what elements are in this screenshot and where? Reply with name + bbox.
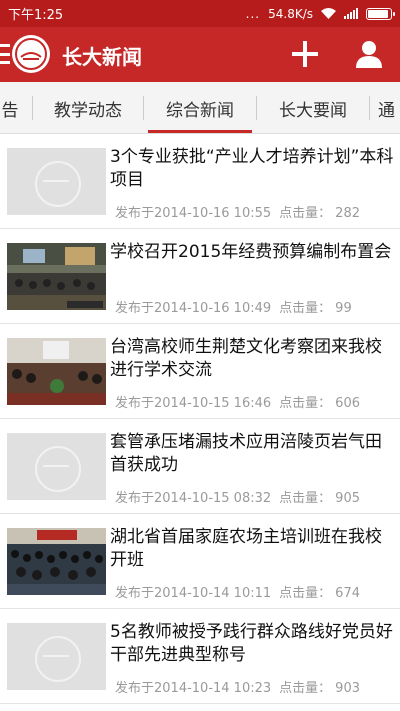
wifi-icon (321, 8, 336, 19)
news-item[interactable]: 5名教师被授予践行群众路线好党员好干部先进典型称号 发布于2014-10-14 … (0, 609, 400, 704)
news-item[interactable]: 3个专业获批“产业人才培养计划”本科项目 发布于2014-10-16 10:55… (0, 134, 400, 229)
tab-teaching-news[interactable]: 教学动态 (33, 82, 143, 133)
news-thumbnail-photo (7, 243, 106, 310)
news-thumbnail-photo (7, 528, 106, 595)
university-logo[interactable] (12, 35, 50, 73)
battery-icon (366, 7, 395, 20)
news-meta: 发布于2014-10-16 10:55 点击量： 282 (115, 202, 360, 221)
views-label: 点击量： (279, 681, 332, 696)
notification-dots: ... (245, 6, 261, 21)
news-item[interactable]: 湖北省首届家庭农场主培训班在我校开班 发布于2014-10-14 10:11 点击… (0, 514, 400, 609)
menu-icon[interactable] (0, 44, 10, 64)
news-meta: 发布于2014-10-14 10:23 点击量： 903 (115, 677, 360, 696)
status-bar: 下午1:25 ... 54.8K/s (0, 0, 400, 27)
views-count: 903 (335, 681, 360, 696)
tab-key-news[interactable]: 长大要闻 (257, 82, 369, 133)
news-date: 发布于2014-10-16 10:55 (115, 206, 272, 221)
views-label: 点击量： (279, 491, 332, 506)
news-title: 5名教师被授予践行群众路线好党员好干部先进典型称号 (110, 622, 393, 665)
news-item[interactable]: 台湾高校师生荆楚文化考察团来我校进行学术交流 发布于2014-10-15 16:… (0, 324, 400, 419)
tab-label: 通 (378, 100, 395, 121)
views-count: 282 (335, 206, 360, 221)
tab-divider (369, 96, 370, 120)
views-count: 606 (335, 396, 360, 411)
tab-notice[interactable]: 通 (378, 82, 400, 133)
news-date: 发布于2014-10-14 10:23 (115, 681, 272, 696)
network-speed: 54.8K/s (268, 6, 313, 21)
status-time: 下午1:25 (8, 8, 64, 23)
views-count: 674 (335, 586, 360, 601)
add-icon[interactable] (292, 41, 318, 67)
news-list: 3个专业获批“产业人才培养计划”本科项目 发布于2014-10-16 10:55… (0, 134, 400, 711)
category-tabs: 告 教学动态 综合新闻 长大要闻 通 (0, 82, 400, 134)
news-item[interactable]: 套管承压堵漏技术应用涪陵页岩气田首获成功 发布于2014-10-15 08:32… (0, 419, 400, 514)
news-date: 发布于2014-10-14 10:11 (115, 586, 272, 601)
views-count: 905 (335, 491, 360, 506)
news-title: 湖北省首届家庭农场主培训班在我校开班 (110, 527, 382, 570)
views-label: 点击量： (279, 396, 332, 411)
news-thumbnail-placeholder (7, 148, 106, 215)
news-date: 发布于2014-10-15 08:32 (115, 491, 272, 506)
views-label: 点击量： (279, 586, 332, 601)
views-label: 点击量： (279, 301, 332, 316)
app-bar: 长大新闻 (0, 27, 400, 82)
news-title: 套管承压堵漏技术应用涪陵页岩气田首获成功 (110, 432, 382, 475)
news-date: 发布于2014-10-16 10:49 (115, 301, 272, 316)
app-title: 长大新闻 (62, 45, 142, 69)
views-label: 点击量： (279, 206, 332, 221)
news-thumbnail-placeholder (7, 623, 106, 690)
tab-label: 长大要闻 (279, 100, 347, 121)
news-meta: 发布于2014-10-15 16:46 点击量： 606 (115, 392, 360, 411)
tab-label: 综合新闻 (166, 100, 234, 121)
tab-label: 告 (1, 100, 19, 121)
tab-announcement[interactable]: 告 (0, 82, 30, 133)
user-icon[interactable] (354, 39, 384, 69)
news-thumbnail-photo (7, 338, 106, 405)
news-title: 3个专业获批“产业人才培养计划”本科项目 (110, 147, 394, 190)
news-thumbnail-placeholder (7, 433, 106, 500)
views-count: 99 (335, 301, 352, 316)
news-meta: 发布于2014-10-16 10:49 点击量： 99 (115, 297, 352, 316)
tab-general-news[interactable]: 综合新闻 (144, 82, 256, 133)
news-title: 台湾高校师生荆楚文化考察团来我校进行学术交流 (110, 337, 382, 380)
news-meta: 发布于2014-10-14 10:11 点击量： 674 (115, 582, 360, 601)
news-meta: 发布于2014-10-15 08:32 点击量： 905 (115, 487, 360, 506)
news-item[interactable]: 学校召开2015年经费预算编制布置会 发布于2014-10-16 10:49 点击… (0, 229, 400, 324)
tab-label: 教学动态 (54, 100, 122, 121)
news-date: 发布于2014-10-15 16:46 (115, 396, 272, 411)
news-title: 学校召开2015年经费预算编制布置会 (110, 242, 392, 262)
signal-icon (344, 8, 358, 19)
